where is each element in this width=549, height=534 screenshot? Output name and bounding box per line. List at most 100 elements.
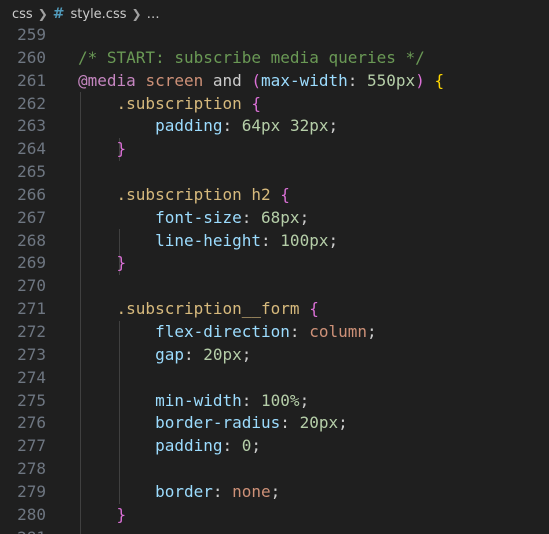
code-token: ; (338, 413, 348, 433)
code-token: and (203, 70, 252, 90)
code-line[interactable]: 268 line-height: 100px; (0, 230, 549, 253)
line-number: 266 (17, 184, 46, 204)
code-line[interactable]: 279 border: none; (0, 481, 549, 504)
line-number: 280 (17, 504, 46, 524)
line-number: 268 (17, 230, 46, 250)
code-token: : (222, 116, 242, 136)
code-line[interactable]: 265 (0, 161, 549, 184)
code-token: { (309, 299, 319, 319)
code-line[interactable]: 277 padding: 0; (0, 435, 549, 458)
code-token: max-width (261, 70, 348, 90)
line-number: 269 (17, 253, 46, 273)
code-text: font-size: 68px; (78, 207, 309, 230)
code-token: ; (299, 390, 310, 410)
code-line[interactable]: 271 .subscription__form { (0, 298, 549, 321)
code-line[interactable]: 272 flex-direction: column; (0, 321, 549, 344)
line-number: 260 (17, 47, 46, 67)
code-line[interactable]: 260 /* START: subscribe media queries */ (0, 47, 549, 70)
code-line[interactable]: 261 @media screen and (max-width: 550px) … (0, 70, 549, 93)
code-token: border-radius (155, 413, 281, 433)
code-token: @media (78, 70, 136, 90)
code-line[interactable]: 281 (0, 527, 549, 534)
code-line[interactable]: 274 (0, 367, 549, 390)
chevron-right-icon: ❯ (131, 7, 142, 21)
code-editor[interactable]: css ❯ # style.css ❯ … 259 260/* START: su… (0, 0, 549, 534)
code-text: border-radius: 20px; (78, 412, 348, 435)
code-text: padding: 0; (78, 435, 261, 458)
code-line[interactable]: 267 font-size: 68px; (0, 207, 549, 230)
code-text: } (78, 138, 127, 161)
code-token: : (241, 390, 262, 410)
code-line[interactable]: 273 gap: 20px; (0, 344, 549, 367)
code-line[interactable]: 275 min-width: 100%; (0, 390, 549, 413)
code-token: : (183, 344, 204, 364)
code-token: .subscription h2 (116, 184, 271, 204)
code-token: { (251, 93, 262, 113)
code-token: } (116, 139, 127, 159)
code-token: flex-direction (155, 321, 290, 341)
code-line[interactable]: 276 border-radius: 20px; (0, 412, 549, 435)
code-text: flex-direction: column; (78, 321, 377, 344)
code-token: 20px (299, 413, 339, 433)
breadcrumb-folder-css[interactable]: css (12, 7, 33, 22)
line-number: 274 (17, 367, 46, 387)
code-token: ; (366, 321, 377, 341)
chevron-right-icon: ❯ (37, 7, 48, 21)
code-line[interactable]: 280 } (0, 504, 549, 527)
code-line[interactable]: 278 (0, 458, 549, 481)
code-token: .subscription (116, 93, 242, 113)
line-number: 263 (17, 116, 46, 136)
line-number: 261 (17, 70, 46, 90)
code-line[interactable]: 264 } (0, 138, 549, 161)
line-number: 279 (17, 481, 46, 501)
code-token: : (222, 436, 242, 456)
code-token: ) (415, 70, 425, 90)
code-line[interactable]: 263 padding: 64px 32px; (0, 115, 549, 138)
line-number: 277 (17, 436, 46, 456)
code-token: 100% (261, 390, 300, 410)
code-line[interactable]: 262 .subscription { (0, 93, 549, 116)
code-token: 68px (261, 207, 300, 227)
code-token: padding (155, 436, 223, 456)
code-token: : (261, 230, 281, 250)
code-token: : (289, 321, 310, 341)
code-token: 100px (280, 230, 329, 250)
breadcrumb-symbols-ellipsis[interactable]: … (147, 7, 160, 22)
css-file-icon: # (52, 6, 65, 22)
line-number: 264 (17, 139, 46, 159)
code-line[interactable]: 269 } (0, 252, 549, 275)
code-text: border: none; (78, 481, 280, 504)
code-token: 32px (289, 116, 329, 136)
code-line[interactable]: 270 (0, 275, 549, 298)
code-text: .subscription__form { (78, 298, 319, 321)
code-token: } (116, 504, 127, 524)
line-number: 267 (17, 207, 46, 227)
code-text: /* START: subscribe media queries */ (78, 47, 425, 70)
code-token: line-height (155, 230, 262, 250)
code-token: ; (328, 230, 339, 250)
code-text: .subscription { (78, 93, 262, 116)
line-number: 271 (17, 299, 46, 319)
code-text: .subscription h2 { (78, 184, 290, 207)
code-token: : (280, 413, 300, 433)
breadcrumb-file-style-css[interactable]: style.css (71, 7, 127, 22)
code-area[interactable]: 259 260/* START: subscribe media queries … (0, 24, 549, 534)
code-text: gap: 20px; (78, 344, 251, 367)
code-token: : (347, 70, 368, 90)
code-token: ; (270, 481, 281, 501)
code-line[interactable]: 266 .subscription h2 { (0, 184, 549, 207)
line-number: 265 (17, 162, 46, 182)
code-text: } (78, 252, 127, 275)
code-token: } (116, 253, 127, 273)
